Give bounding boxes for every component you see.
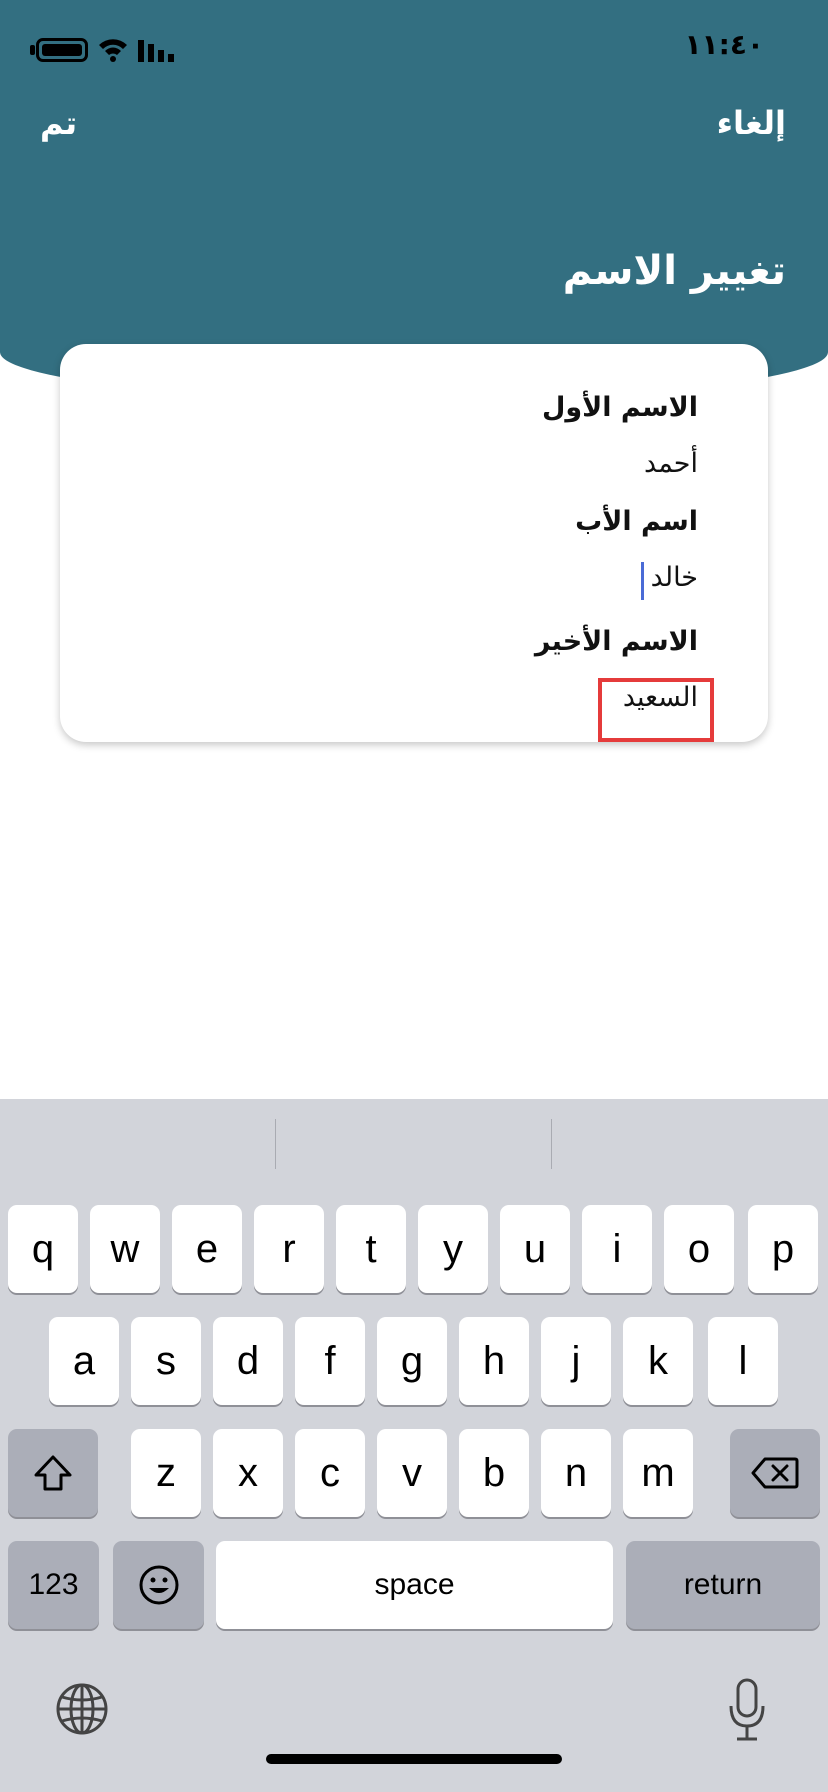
wifi-icon [99, 39, 127, 62]
return-key[interactable]: return [626, 1541, 820, 1629]
keyboard: q w e r t y u i o p a s d f g h j k l z … [0, 1099, 828, 1792]
signal-icon [138, 40, 174, 62]
father-name-field[interactable]: خالد [651, 562, 698, 593]
status-time: ١١:٤٠ [684, 28, 764, 61]
globe-button[interactable] [54, 1681, 110, 1737]
space-key[interactable]: space [216, 1541, 613, 1629]
battery-icon [36, 38, 88, 62]
cancel-button[interactable]: إلغاء [717, 104, 786, 142]
key-r[interactable]: r [254, 1205, 324, 1293]
key-q[interactable]: q [8, 1205, 78, 1293]
key-w[interactable]: w [90, 1205, 160, 1293]
key-x[interactable]: x [213, 1429, 283, 1517]
key-o[interactable]: o [664, 1205, 734, 1293]
key-e[interactable]: e [172, 1205, 242, 1293]
key-p[interactable]: p [748, 1205, 818, 1293]
key-s[interactable]: s [131, 1317, 201, 1405]
numbers-key[interactable]: 123 [8, 1541, 99, 1629]
first-name-field[interactable]: أحمد [644, 448, 698, 479]
key-m[interactable]: m [623, 1429, 693, 1517]
key-y[interactable]: y [418, 1205, 488, 1293]
key-n[interactable]: n [541, 1429, 611, 1517]
page-title: تغيير الاسم [562, 248, 786, 294]
key-b[interactable]: b [459, 1429, 529, 1517]
microphone-button[interactable] [724, 1677, 770, 1743]
key-i[interactable]: i [582, 1205, 652, 1293]
key-j[interactable]: j [541, 1317, 611, 1405]
suggestion-divider [275, 1119, 276, 1169]
name-form-card: الاسم الأول أحمد اسم الأب خالد الاسم الأ… [60, 344, 768, 742]
key-t[interactable]: t [336, 1205, 406, 1293]
home-indicator [266, 1754, 562, 1764]
backspace-key[interactable] [730, 1429, 820, 1517]
suggestion-bar [0, 1099, 828, 1187]
done-button[interactable]: تم [40, 104, 77, 142]
emoji-key[interactable] [113, 1541, 204, 1629]
backspace-icon [751, 1457, 799, 1489]
text-cursor [641, 562, 644, 600]
father-name-label: اسم الأب [575, 506, 698, 537]
globe-icon [56, 1683, 108, 1735]
key-g[interactable]: g [377, 1317, 447, 1405]
key-h[interactable]: h [459, 1317, 529, 1405]
status-bar: ١١:٤٠ [0, 0, 828, 100]
key-z[interactable]: z [131, 1429, 201, 1517]
first-name-label: الاسم الأول [541, 392, 698, 423]
key-d[interactable]: d [213, 1317, 283, 1405]
last-name-label: الاسم الأخير [534, 626, 698, 657]
battery-cap [30, 45, 35, 55]
key-f[interactable]: f [295, 1317, 365, 1405]
key-u[interactable]: u [500, 1205, 570, 1293]
key-a[interactable]: a [49, 1317, 119, 1405]
shift-icon [34, 1455, 72, 1491]
key-l[interactable]: l [708, 1317, 778, 1405]
last-name-highlight [598, 678, 714, 742]
key-k[interactable]: k [623, 1317, 693, 1405]
microphone-icon [729, 1678, 765, 1741]
suggestion-divider [551, 1119, 552, 1169]
key-c[interactable]: c [295, 1429, 365, 1517]
emoji-icon [139, 1565, 178, 1605]
shift-key[interactable] [8, 1429, 98, 1517]
key-v[interactable]: v [377, 1429, 447, 1517]
